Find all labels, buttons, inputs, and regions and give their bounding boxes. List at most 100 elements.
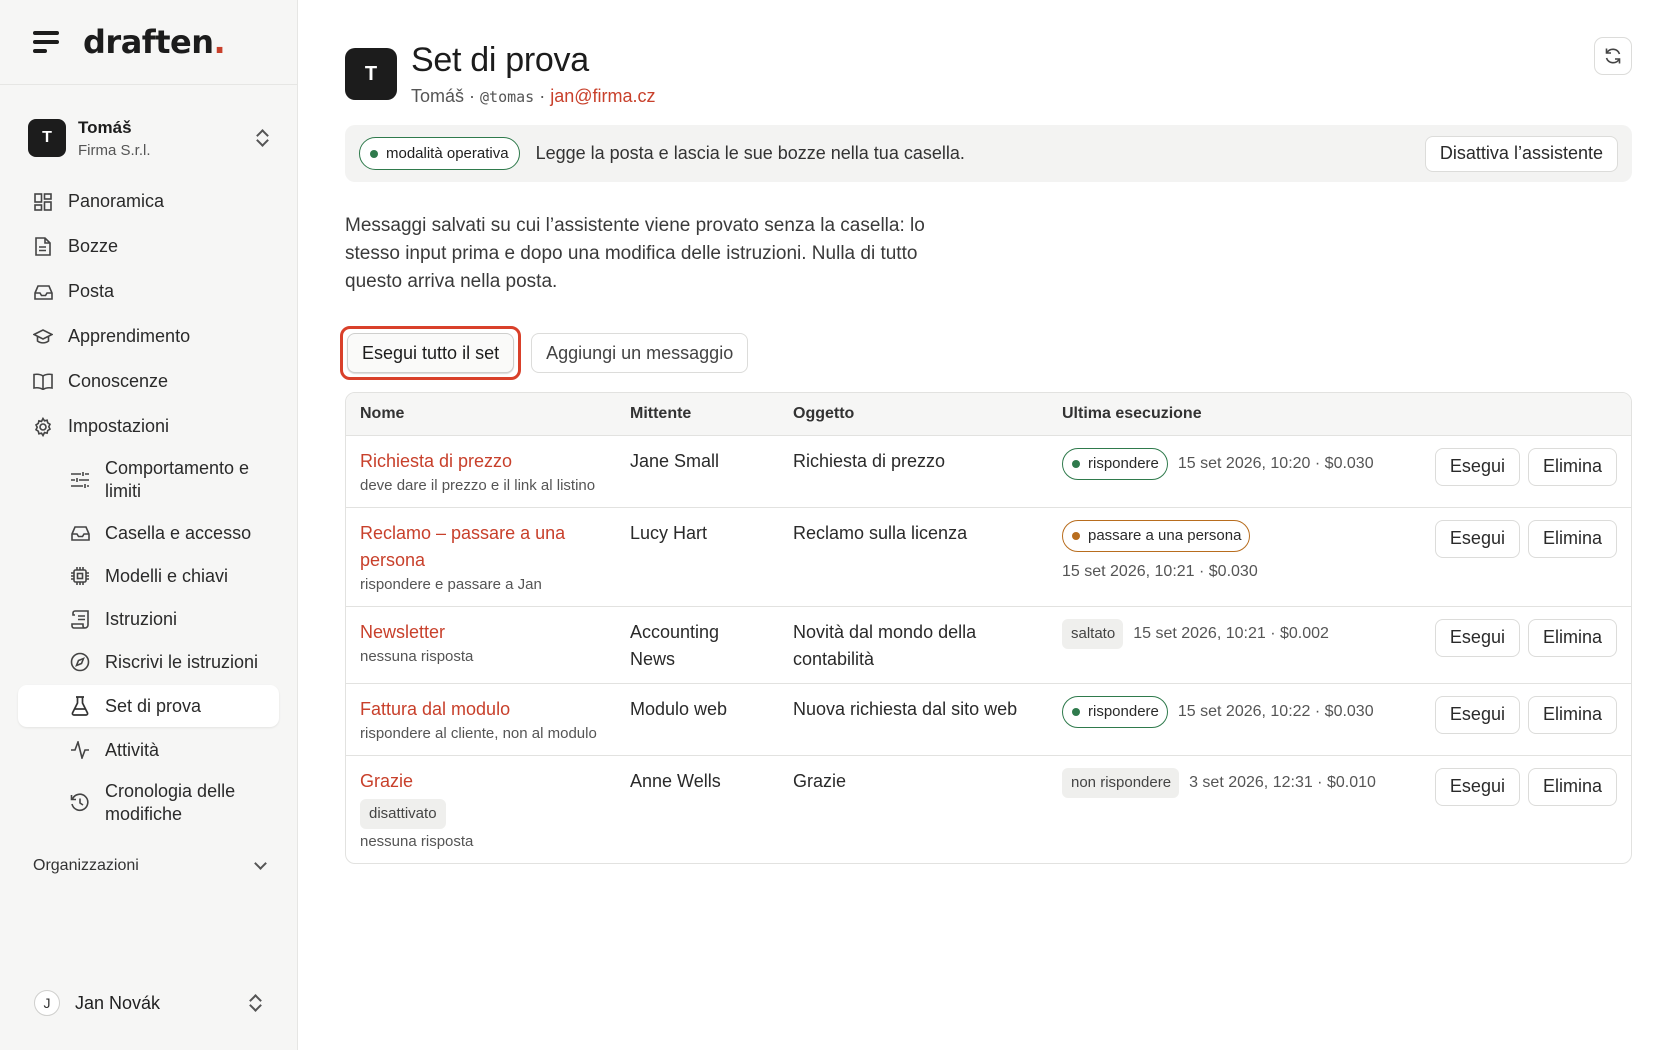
inbox-icon xyxy=(70,523,90,543)
owner-email-link[interactable]: jan@firma.cz xyxy=(550,86,655,106)
nav-label: Bozze xyxy=(68,236,119,256)
page-avatar: T xyxy=(345,48,397,100)
sender-cell: Modulo web xyxy=(616,683,779,756)
page-title: Set di prova xyxy=(411,41,589,79)
nav-item-mail[interactable]: Posta xyxy=(0,269,297,314)
history-icon xyxy=(70,793,90,813)
sidebar-item-activity[interactable]: Attività xyxy=(0,729,297,771)
subject-cell: Richiesta di prezzo xyxy=(779,435,1048,508)
user-name: Jan Novák xyxy=(75,992,161,1013)
dashboard-icon xyxy=(33,192,53,212)
account-switcher[interactable]: T Tomáš Firma S.r.l. xyxy=(0,101,297,175)
run-button[interactable]: Esegui xyxy=(1434,767,1520,806)
last-run-meta: 15 set 2026, 10:20 · $0.030 xyxy=(1177,455,1374,472)
table-row: Fattura dal modulo rispondere al cliente… xyxy=(346,683,1631,756)
gear-icon xyxy=(33,416,53,437)
col-header-actions xyxy=(1418,393,1631,436)
delete-button[interactable]: Elimina xyxy=(1527,447,1617,486)
table-header-row: Nome Mittente Oggetto Ultima esecuzione xyxy=(346,393,1631,436)
nav-label: Apprendimento xyxy=(68,326,191,346)
delete-button[interactable]: Elimina xyxy=(1527,519,1617,558)
sender-cell: Accounting News xyxy=(616,606,779,684)
organizations-toggle[interactable]: Organizzazioni xyxy=(0,844,297,888)
sidebar-item-models[interactable]: Modelli e chiavi xyxy=(0,555,297,597)
account-name: Tomáš xyxy=(78,117,132,137)
refresh-icon xyxy=(1605,48,1621,64)
test-name-link[interactable]: Reclamo – passare a una persona xyxy=(360,520,602,574)
disabled-tag: disattivato xyxy=(360,798,446,829)
refresh-button[interactable] xyxy=(1594,37,1632,75)
mode-bar: modalità operativa Legge la posta e lasc… xyxy=(345,125,1632,182)
nav-label: Panoramica xyxy=(68,191,165,211)
main-nav: Panoramica Bozze Posta Apprendimento Con… xyxy=(0,179,297,834)
col-header-subject: Oggetto xyxy=(779,393,1048,436)
run-button[interactable]: Esegui xyxy=(1434,447,1520,486)
test-name-link[interactable]: Richiesta di prezzo xyxy=(360,448,602,475)
status-badge: rispondere xyxy=(1062,695,1168,728)
subject-cell: Nuova richiesta dal sito web xyxy=(779,683,1048,756)
scroll-icon xyxy=(70,609,90,629)
delete-button[interactable]: Elimina xyxy=(1527,618,1617,657)
activity-pulse-icon xyxy=(70,740,90,760)
sliders-icon xyxy=(70,470,90,490)
test-hint: deve dare il prezzo e il link al listino xyxy=(360,476,596,494)
menu-icon[interactable] xyxy=(33,31,59,53)
nav-item-learning[interactable]: Apprendimento xyxy=(0,314,297,359)
sidebar-item-instructions[interactable]: Istruzioni xyxy=(0,598,297,640)
mode-badge: modalità operativa xyxy=(359,137,520,170)
sidebar-item-label: Modelli e chiavi xyxy=(105,565,229,586)
inbox-icon xyxy=(33,282,53,302)
sidebar-item-testset[interactable]: Set di prova xyxy=(18,685,279,727)
sidebar-item-label: Riscrivi le istruzioni xyxy=(105,651,259,672)
add-message-button[interactable]: Aggiungi un messaggio xyxy=(531,333,749,373)
test-set-table: Nome Mittente Oggetto Ultima esecuzione … xyxy=(345,392,1632,864)
nav-item-settings[interactable]: Impostazioni xyxy=(0,404,297,449)
sidebar-item-history[interactable]: Cronologia delle modifiche xyxy=(0,772,297,834)
delete-button[interactable]: Elimina xyxy=(1527,767,1617,806)
intro-text: Messaggi salvati su cui l’assistente vie… xyxy=(345,215,925,292)
mode-description: Legge la posta e lascia le sue bozze nel… xyxy=(535,143,965,163)
sidebar-item-label: Casella e accesso xyxy=(105,522,252,543)
cpu-chip-icon xyxy=(70,566,90,586)
sender-cell: Jane Small xyxy=(616,435,779,508)
account-company: Firma S.r.l. xyxy=(78,141,151,159)
sidebar-item-behavior[interactable]: Comportamento e limiti xyxy=(0,449,297,511)
test-name-link[interactable]: Newsletter xyxy=(360,619,602,646)
sidebar-item-rewrite[interactable]: Riscrivi le istruzioni xyxy=(0,641,297,683)
sender-cell: Lucy Hart xyxy=(616,507,779,607)
nav-label: Conoscenze xyxy=(68,371,169,391)
test-hint: rispondere e passare a Jan xyxy=(360,575,542,593)
user-menu[interactable]: J Jan Novák xyxy=(0,978,298,1028)
owner-name: Tomáš xyxy=(411,86,465,106)
run-button[interactable]: Esegui xyxy=(1434,519,1520,558)
delete-button[interactable]: Elimina xyxy=(1527,695,1617,734)
test-name-link[interactable]: Fattura dal modulo xyxy=(360,696,602,723)
run-button[interactable]: Esegui xyxy=(1434,695,1520,734)
page-subtitle: Tomáš · @tomas · jan@firma.cz xyxy=(411,86,656,106)
status-badge: non rispondere xyxy=(1062,767,1180,798)
nav-item-overview[interactable]: Panoramica xyxy=(0,179,297,224)
chevron-down-icon xyxy=(254,857,267,870)
table-row: Grazie disattivato nessuna risposta Anne… xyxy=(346,755,1631,863)
status-badge: passare a una persona xyxy=(1062,519,1251,552)
col-header-sender: Mittente xyxy=(616,393,779,436)
test-name-link[interactable]: Grazie xyxy=(360,768,602,795)
last-run-meta: 15 set 2026, 10:21 · $0.002 xyxy=(1133,625,1329,642)
subject-cell: Reclamo sulla licenza xyxy=(779,507,1048,607)
nav-item-drafts[interactable]: Bozze xyxy=(0,224,297,269)
test-hint: nessuna risposta xyxy=(360,832,474,850)
logo[interactable]: draften. xyxy=(83,23,226,61)
brand-bar: draften. xyxy=(0,0,297,85)
sidebar-item-label: Istruzioni xyxy=(105,608,178,629)
focus-ring: Esegui tutto il set xyxy=(340,326,522,380)
sidebar-item-mailbox[interactable]: Casella e accesso xyxy=(0,512,297,554)
run-button[interactable]: Esegui xyxy=(1434,618,1520,657)
run-all-button[interactable]: Esegui tutto il set xyxy=(347,333,515,373)
owner-handle: @tomas xyxy=(480,88,535,106)
disable-assistant-button[interactable]: Disattiva l’assistente xyxy=(1424,135,1618,172)
nav-item-knowledge[interactable]: Conoscenze xyxy=(0,359,297,404)
account-avatar: T xyxy=(28,119,66,157)
last-run-meta: 15 set 2026, 10:21 · $0.030 xyxy=(1062,562,1258,580)
graduation-cap-icon xyxy=(33,327,53,347)
table-row: Richiesta di prezzo deve dare il prezzo … xyxy=(346,435,1631,508)
